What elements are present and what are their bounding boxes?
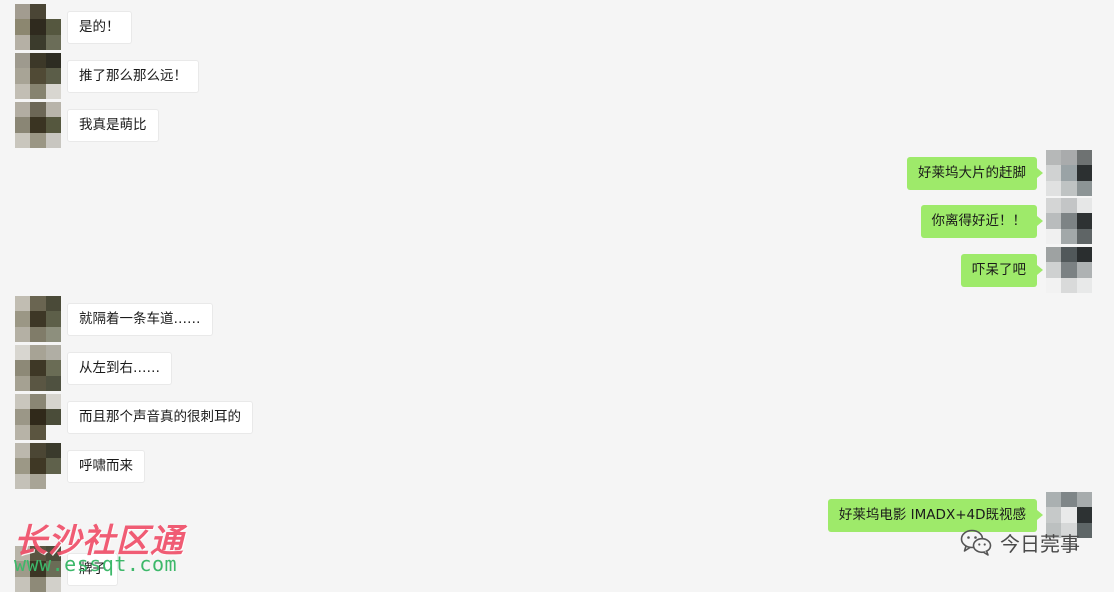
chat-message: 就隔着一条车道…… — [15, 296, 213, 342]
avatar[interactable] — [15, 345, 61, 391]
chat-message: 吓呆了吧 — [961, 247, 1092, 293]
chat-message: 从左到右…… — [15, 345, 172, 391]
chat-message: 你离得好近！！ — [920, 198, 1093, 244]
chat-message: 好莱坞大片的赶脚 — [907, 150, 1092, 196]
chat-message: 推了那么那么远！ — [15, 53, 199, 99]
wechat-icon — [960, 529, 992, 556]
message-bubble[interactable]: 从左到右…… — [67, 351, 172, 385]
chat-message: 而且那个声音真的很刺耳的 — [15, 394, 253, 440]
message-bubble[interactable]: 好莱坞大片的赶脚 — [907, 156, 1043, 190]
avatar[interactable] — [1046, 150, 1092, 196]
message-bubble[interactable]: 呼啸而来 — [67, 449, 145, 483]
message-bubble[interactable]: 我真是萌比 — [67, 108, 159, 142]
message-bubble[interactable]: 而且那个声音真的很刺耳的 — [67, 400, 253, 434]
message-bubble[interactable]: 吓呆了吧 — [961, 253, 1043, 287]
avatar[interactable] — [1046, 247, 1092, 293]
chat-message: 我真是萌比 — [15, 102, 159, 148]
message-bubble[interactable]: 你离得好近！！ — [920, 204, 1043, 238]
avatar[interactable] — [15, 443, 61, 489]
account-brand: 今日莞事 — [960, 526, 1080, 558]
message-bubble[interactable]: 推了那么那么远！ — [67, 59, 199, 93]
chat-message: 是的！ — [15, 4, 132, 50]
message-bubble[interactable]: 就隔着一条车道…… — [67, 302, 213, 336]
avatar[interactable] — [15, 53, 61, 99]
message-bubble[interactable]: 是的！ — [67, 10, 132, 44]
avatar[interactable] — [15, 296, 61, 342]
chat-message: 呼啸而来 — [15, 443, 145, 489]
avatar[interactable] — [15, 394, 61, 440]
avatar[interactable] — [15, 102, 61, 148]
watermark-site-url: www.essqt.com — [14, 552, 178, 576]
avatar[interactable] — [1046, 198, 1092, 244]
avatar[interactable] — [15, 4, 61, 50]
account-name: 今日莞事 — [1000, 531, 1080, 556]
